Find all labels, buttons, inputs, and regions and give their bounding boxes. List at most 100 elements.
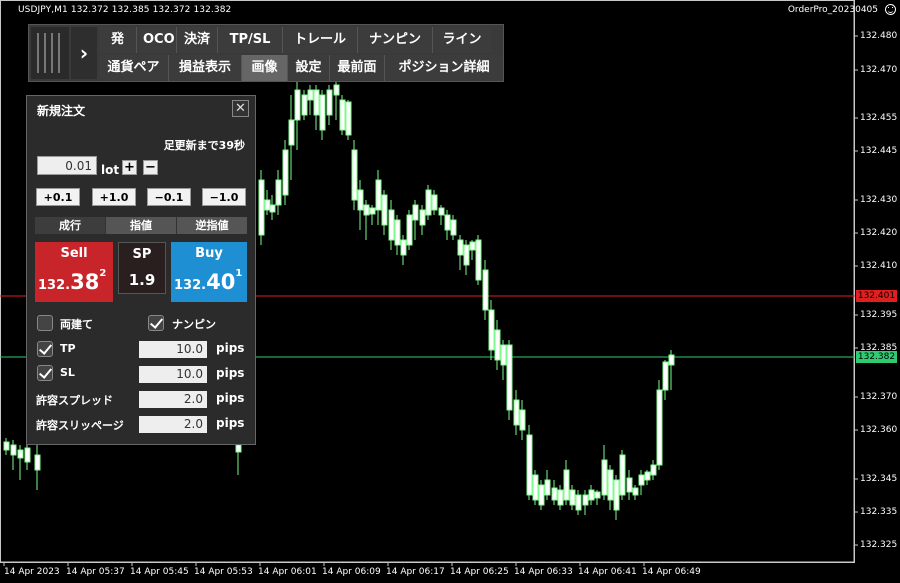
sell-price: 132.382: [38, 268, 107, 294]
slippage-label: 許容スリッページ: [36, 419, 124, 432]
time-label: 14 Apr 06:33: [514, 567, 573, 577]
candle-body: [269, 204, 276, 213]
candle-body: [582, 494, 589, 506]
candle-body: [313, 89, 320, 116]
candle-body: [394, 219, 401, 246]
tab-close-position[interactable]: 決済: [177, 27, 218, 53]
candle-body: [619, 454, 626, 496]
price-label: 132.480: [860, 31, 898, 41]
toolbar: › 発注 OCO 決済 TP/SL トレール ナンピン ライン 通貨ペア 損益表…: [28, 24, 504, 82]
new-order-panel: 新規注文 ✕ 足更新まで39秒 0.01 lot + − +0.1 +1.0 −…: [26, 95, 256, 445]
candle-body: [551, 487, 558, 501]
candle-body: [388, 209, 395, 241]
spread-allow-input[interactable]: 2.0: [139, 391, 207, 408]
tab-nanpin[interactable]: ナンピン: [358, 27, 433, 53]
tab-currency-pair[interactable]: 通貨ペア: [99, 55, 169, 81]
candle-body: [24, 447, 31, 463]
time-label: 14 Apr 06:25: [450, 567, 509, 577]
drag-grip-icon[interactable]: [31, 27, 69, 79]
price-label: 132.410: [860, 261, 898, 271]
candle-body: [333, 84, 340, 96]
hedge-checkbox[interactable]: [37, 315, 53, 331]
lot-step-plus-0-1[interactable]: +0.1: [36, 188, 80, 206]
price-label: 132.335: [860, 507, 898, 517]
tab-line[interactable]: ライン: [433, 27, 491, 53]
candle-body: [294, 89, 301, 121]
candle-body: [532, 474, 539, 501]
buy-price: 132.401: [174, 268, 243, 294]
sell-button[interactable]: Sell 132.382: [35, 242, 113, 302]
candle-body: [469, 241, 476, 251]
tab-trail[interactable]: トレール: [283, 27, 358, 53]
price-label: 132.470: [860, 65, 898, 75]
buy-price-tag: 132.382: [856, 351, 897, 363]
candle-body: [594, 491, 601, 499]
candle-body: [431, 194, 438, 211]
sl-unit: pips: [216, 366, 245, 380]
candle-body: [613, 479, 620, 511]
candle-body: [482, 269, 489, 311]
candle-body: [301, 94, 308, 116]
candle-body: [650, 464, 657, 476]
candle-body: [375, 179, 382, 211]
tab-settings[interactable]: 設定: [288, 55, 330, 81]
slippage-input[interactable]: 2.0: [139, 416, 207, 433]
lot-step-minus-1-0[interactable]: −1.0: [202, 188, 246, 206]
candle-body: [607, 469, 614, 501]
candle-body: [519, 409, 526, 431]
tp-checkbox[interactable]: [37, 341, 53, 357]
candle-body: [400, 239, 407, 256]
buy-button[interactable]: Buy 132.401: [171, 242, 247, 302]
lot-input[interactable]: 0.01: [37, 156, 97, 175]
time-label: 14 Apr 06:17: [386, 567, 445, 577]
candle-body: [668, 354, 675, 366]
close-icon[interactable]: ✕: [232, 100, 249, 117]
lot-minus-button[interactable]: −: [143, 160, 158, 175]
candle-body: [563, 469, 570, 501]
candle-body: [275, 179, 282, 206]
candle-body: [656, 389, 663, 466]
tab-topmost[interactable]: 最前面: [330, 55, 385, 81]
sl-input[interactable]: 10.0: [139, 366, 207, 383]
lot-step-minus-0-1[interactable]: −0.1: [147, 188, 191, 206]
tab-market[interactable]: 成行: [35, 217, 106, 234]
nanpin-label: ナンピン: [172, 318, 216, 331]
candle-body: [412, 204, 419, 221]
tab-limit[interactable]: 指値: [106, 217, 177, 234]
time-label: 14 Apr 05:37: [66, 567, 125, 577]
tab-oco[interactable]: OCO: [137, 27, 177, 53]
ea-name: OrderPro_20230405: [787, 5, 878, 15]
nanpin-checkbox[interactable]: [148, 315, 164, 331]
lot-step-plus-1-0[interactable]: +1.0: [92, 188, 136, 206]
order-type-tabs: 成行 指値 逆指値: [35, 217, 247, 234]
price-label: 132.420: [860, 228, 898, 238]
hedge-label: 両建て: [60, 318, 93, 331]
tp-unit: pips: [216, 341, 245, 355]
spread-value: 1.9: [128, 271, 156, 289]
candle-body: [357, 189, 364, 211]
candle-body: [457, 239, 464, 256]
sell-label: Sell: [60, 246, 88, 261]
candle-body: [513, 399, 520, 426]
candle-body: [601, 459, 608, 496]
tab-stop[interactable]: 逆指値: [177, 217, 247, 234]
lot-plus-button[interactable]: +: [122, 160, 137, 175]
candle-body: [288, 119, 295, 146]
tab-tp-sl[interactable]: TP/SL: [218, 27, 283, 53]
tp-input[interactable]: 10.0: [139, 341, 207, 358]
tab-pl-display[interactable]: 損益表示: [169, 55, 242, 81]
candle-body: [538, 484, 545, 506]
candle-body: [282, 149, 289, 196]
candle-body: [569, 489, 576, 506]
tab-position-detail[interactable]: ポジション詳細: [385, 55, 503, 81]
candle-body: [307, 89, 314, 101]
tab-order[interactable]: 発注: [99, 27, 137, 73]
spread-display: SP 1.9: [118, 242, 166, 294]
tab-image[interactable]: 画像: [242, 55, 288, 81]
candle-body: [575, 494, 582, 511]
sl-checkbox[interactable]: [37, 365, 53, 381]
candle-body: [463, 244, 470, 266]
buy-label: Buy: [195, 246, 223, 261]
chevron-right-icon[interactable]: ›: [71, 27, 97, 79]
candle-body: [351, 149, 358, 201]
